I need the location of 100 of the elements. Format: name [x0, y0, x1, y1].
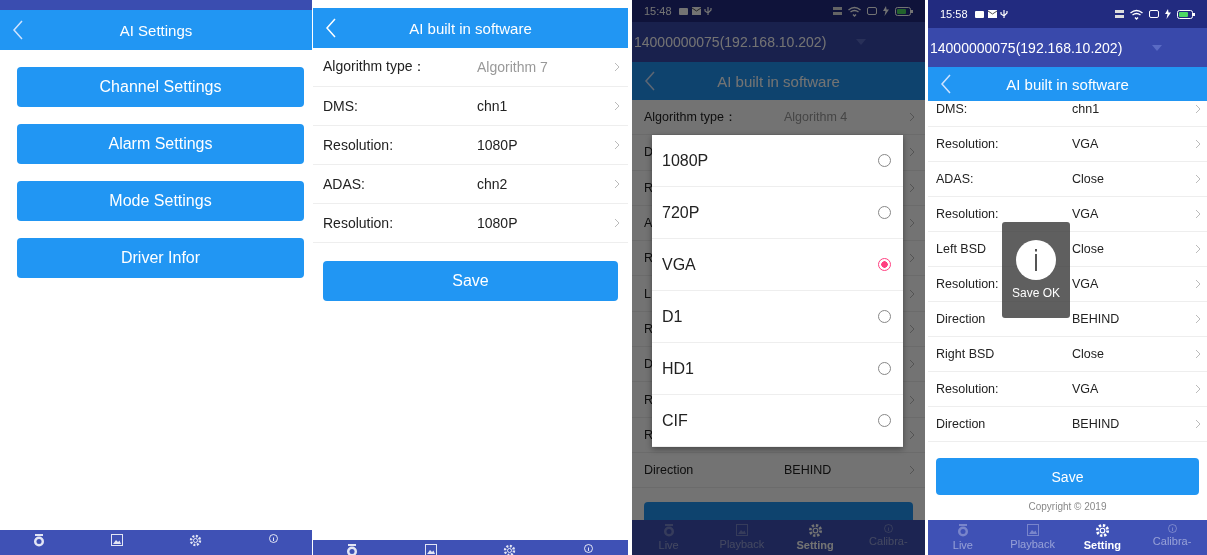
chevron-right-icon [614, 101, 620, 111]
field-value: chn1 [1072, 102, 1101, 116]
chevron-right-icon [1195, 384, 1201, 394]
info-icon [268, 534, 278, 543]
chevron-right-icon [1195, 279, 1201, 289]
settings-row[interactable]: Resolution: 1080P [313, 204, 628, 243]
field-value: Algorithm 7 [477, 59, 549, 75]
field-label: R [644, 251, 654, 266]
field-label: Algorithm type： [644, 108, 737, 126]
resolution-option[interactable]: D1 [652, 291, 903, 343]
chevron-right-icon [909, 218, 915, 229]
dropdown-caret-icon [1152, 44, 1163, 51]
chevron-right-icon [909, 465, 915, 476]
option-label: 1080P [662, 151, 709, 170]
field-value: 1080P [477, 215, 519, 231]
settings-row[interactable]: ADAS: Close [928, 162, 1207, 197]
chevron-right-icon [909, 394, 915, 405]
back-icon[interactable] [644, 71, 656, 91]
info-icon [584, 544, 594, 553]
field-value: BEHIND [784, 463, 833, 478]
image-icon [111, 534, 123, 546]
field-label: R [644, 427, 654, 442]
field-value: BEHIND [1072, 312, 1121, 326]
network-speed-icon [833, 6, 842, 16]
back-icon[interactable] [940, 74, 952, 94]
chevron-right-icon [1195, 244, 1201, 254]
wifi-icon [848, 5, 861, 17]
screen-title: AI built in software [1006, 75, 1129, 93]
field-value: VGA [1072, 382, 1100, 396]
field-label: Direction [644, 463, 694, 478]
status-time: 15:58 [940, 8, 968, 20]
chevron-right-icon [614, 140, 620, 150]
chevron-right-icon [614, 218, 620, 228]
settings-row[interactable]: Resolution: VGA [928, 127, 1207, 162]
settings-row[interactable]: ADAS: chn2 [313, 165, 628, 204]
settings-row[interactable]: Direction BEHIND [632, 452, 925, 489]
screen-title: AI built in software [717, 72, 840, 90]
field-label: DMS: [323, 98, 358, 114]
nav-tab[interactable]: Setting [1067, 520, 1138, 555]
field-label: ADAS: [936, 172, 974, 186]
field-label: A [644, 216, 653, 231]
field-value: chn2 [477, 176, 509, 192]
camera-icon [33, 534, 45, 547]
device-selector[interactable]: 14000000075(192.168.10.202) [928, 28, 1207, 67]
battery-icon [1177, 9, 1195, 19]
option-label: CIF [662, 411, 688, 430]
chevron-right-icon [614, 62, 620, 72]
camera-icon [956, 524, 969, 537]
field-label: R [644, 180, 654, 195]
chevron-right-icon [909, 112, 915, 123]
field-label: Resolution: [936, 207, 999, 221]
radio-button[interactable] [878, 258, 891, 271]
settings-row[interactable]: Right BSD Close [928, 337, 1207, 372]
field-label: L [644, 286, 651, 301]
field-label: Left BSD [936, 242, 987, 256]
resolution-option[interactable]: 1080P [652, 135, 903, 187]
field-label: D [644, 145, 654, 160]
resolution-option[interactable]: CIF [652, 395, 903, 447]
field-label: ADAS: [323, 176, 365, 192]
chevron-right-icon [1195, 174, 1201, 184]
settings-row[interactable]: DMS: chn1 [928, 101, 1207, 127]
chevron-right-icon [1195, 209, 1201, 219]
resolution-option[interactable]: HD1 [652, 343, 903, 395]
chevron-right-icon [614, 179, 620, 189]
settings-row[interactable]: Algorithm type： Algorithm 7 [313, 48, 628, 87]
field-value: VGA [1072, 277, 1100, 291]
field-label: Resolution: [936, 382, 999, 396]
field-value: Close [1072, 172, 1105, 186]
screen-icon [867, 7, 877, 15]
settings-row[interactable]: Resolution: 1080P [313, 126, 628, 165]
field-value: VGA [1072, 207, 1100, 221]
settings-row[interactable]: DMS: chn1 [313, 87, 628, 126]
field-label: R [644, 392, 654, 407]
back-icon[interactable] [12, 20, 24, 40]
resolution-option[interactable]: 720P [652, 187, 903, 239]
field-label: Resolution: [936, 277, 999, 291]
chevron-right-icon [909, 429, 915, 440]
toast-text: Save OK [1012, 286, 1060, 300]
settings-row[interactable]: Resolution: VGA [928, 372, 1207, 407]
settings-icon [807, 523, 823, 538]
wifi-icon [1130, 8, 1143, 20]
charging-icon [1165, 9, 1171, 19]
settings-row[interactable]: Direction BEHIND [928, 407, 1207, 442]
field-label: Direction [936, 312, 986, 326]
settings-icon [1094, 523, 1110, 538]
chevron-right-icon [909, 182, 915, 193]
chevron-right-icon [909, 253, 915, 264]
field-value: chn1 [477, 98, 509, 114]
network-speed-icon [1115, 9, 1124, 19]
option-label: HD1 [662, 359, 694, 378]
chevron-right-icon [909, 147, 915, 158]
screen-title: AI Settings [119, 21, 193, 39]
field-label: DMS: [936, 102, 968, 116]
field-label: Resolution: [323, 215, 394, 231]
resolution-option[interactable]: VGA [652, 239, 903, 291]
image-icon [425, 544, 438, 555]
field-value: BEHIND [1072, 417, 1121, 431]
copyright-text: Copyright © 2019 [1027, 501, 1108, 512]
chevron-right-icon [909, 359, 915, 370]
field-value: VGA [1072, 137, 1100, 151]
